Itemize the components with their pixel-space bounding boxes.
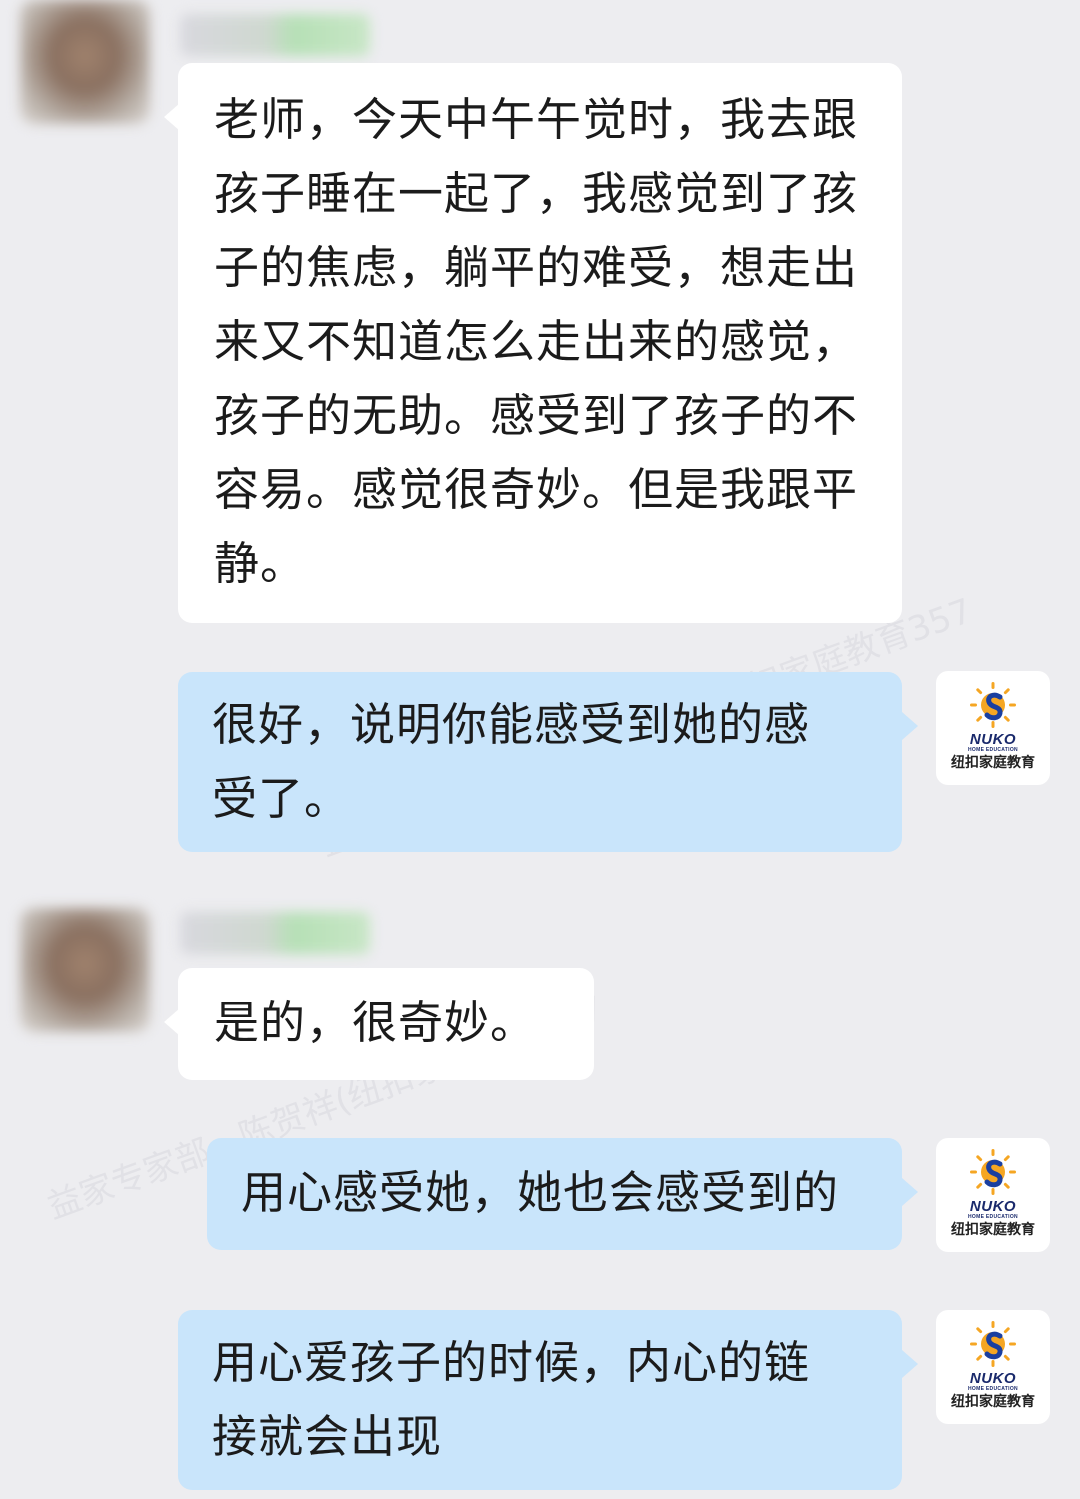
- logo-subtitle: HOME EDUCATION: [968, 747, 1018, 753]
- logo-brand: NUKO: [969, 731, 1017, 748]
- user-avatar[interactable]: [20, 908, 150, 1032]
- logo-name-cn: 纽扣家庭教育: [951, 755, 1035, 771]
- message-text: 很好，说明你能感受到她的感受了。: [212, 698, 811, 825]
- logo-name-cn: 纽扣家庭教育: [951, 1394, 1035, 1410]
- message-bubble-outgoing[interactable]: 用心爱孩子的时候，内心的链接就会出现: [178, 1310, 918, 1490]
- teacher-avatar[interactable]: NUKO HOME EDUCATION 纽扣家庭教育: [936, 671, 1050, 785]
- user-name-blurred: [180, 14, 370, 56]
- user-avatar[interactable]: [20, 0, 150, 124]
- message-bubble-incoming[interactable]: 是的，很奇妙。: [164, 968, 594, 1080]
- nuko-logo-icon: [970, 1321, 1016, 1367]
- logo-brand: NUKO: [969, 1198, 1017, 1215]
- message-bubble-outgoing[interactable]: 很好，说明你能感受到她的感受了。: [178, 672, 918, 852]
- message-text: 老师，今天中午午觉时，我去跟孩子睡在一起了，我感觉到了孩子的焦虑，躺平的难受，想…: [214, 93, 859, 590]
- teacher-avatar[interactable]: NUKO HOME EDUCATION 纽扣家庭教育: [936, 1310, 1050, 1424]
- teacher-avatar[interactable]: NUKO HOME EDUCATION 纽扣家庭教育: [936, 1138, 1050, 1252]
- user-name-blurred: [180, 912, 370, 954]
- logo-subtitle: HOME EDUCATION: [968, 1386, 1018, 1392]
- message-text: 用心感受她，她也会感受到的: [241, 1166, 840, 1219]
- logo-brand: NUKO: [969, 1370, 1017, 1387]
- message-text: 是的，很奇妙。: [214, 996, 537, 1049]
- logo-subtitle: HOME EDUCATION: [968, 1214, 1018, 1220]
- message-bubble-incoming[interactable]: 老师，今天中午午觉时，我去跟孩子睡在一起了，我感觉到了孩子的焦虑，躺平的难受，想…: [164, 63, 902, 623]
- nuko-logo-icon: [970, 682, 1016, 728]
- message-bubble-outgoing[interactable]: 用心感受她，她也会感受到的: [207, 1138, 918, 1250]
- message-text: 用心爱孩子的时候，内心的链接就会出现: [212, 1336, 811, 1463]
- nuko-logo-icon: [970, 1149, 1016, 1195]
- logo-name-cn: 纽扣家庭教育: [951, 1222, 1035, 1238]
